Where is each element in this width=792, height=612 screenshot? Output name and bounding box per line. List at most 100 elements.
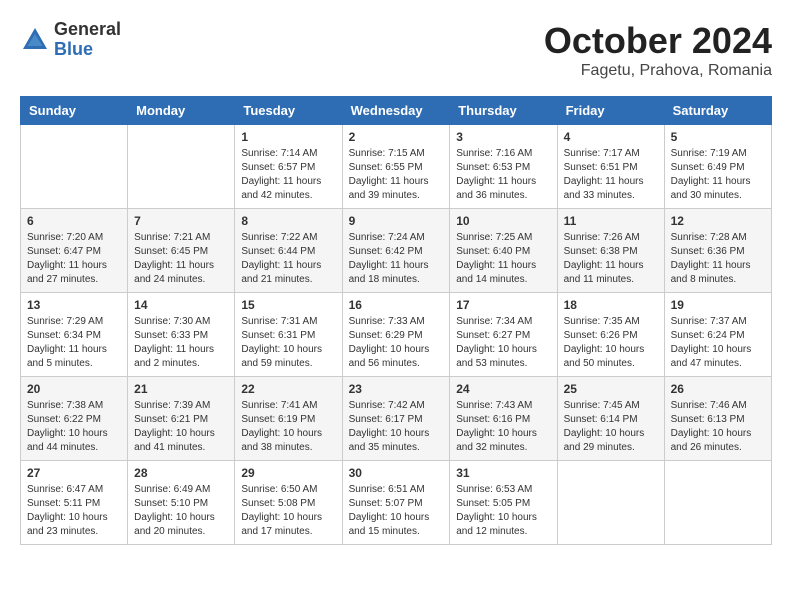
logo-icon xyxy=(20,25,50,55)
day-number: 21 xyxy=(134,382,228,396)
location: Fagetu, Prahova, Romania xyxy=(544,62,772,80)
calendar-cell: 1Sunrise: 7:14 AM Sunset: 6:57 PM Daylig… xyxy=(235,125,342,209)
cell-content: Sunrise: 6:51 AM Sunset: 5:07 PM Dayligh… xyxy=(349,483,444,539)
cell-content: Sunrise: 7:25 AM Sunset: 6:40 PM Dayligh… xyxy=(456,231,550,287)
calendar-cell: 9 Sunrise: 7:24 AM Sunset: 6:42 PM Daylig… xyxy=(342,209,450,293)
cell-content: Sunrise: 7:31 AM Sunset: 6:31 PM Dayligh… xyxy=(241,315,335,371)
day-number: 6 xyxy=(27,214,121,228)
cell-content: Sunrise: 7:34 AM Sunset: 6:27 PM Dayligh… xyxy=(456,315,550,371)
calendar-cell: 8Sunrise: 7:22 AM Sunset: 6:44 PM Daylig… xyxy=(235,209,342,293)
calendar-cell: 23 Sunrise: 7:42 AM Sunset: 6:17 PM Dayli… xyxy=(342,377,450,461)
calendar-cell: 25Sunrise: 7:45 AM Sunset: 6:14 PM Dayli… xyxy=(557,377,664,461)
day-number: 26 xyxy=(671,382,765,396)
day-number: 22 xyxy=(241,382,335,396)
day-number: 4 xyxy=(564,130,658,144)
day-number: 18 xyxy=(564,298,658,312)
day-number: 14 xyxy=(134,298,228,312)
day-number: 8 xyxy=(241,214,335,228)
calendar-cell xyxy=(21,125,128,209)
day-number: 20 xyxy=(27,382,121,396)
calendar-cell: 11 Sunrise: 7:26 AM Sunset: 6:38 PM Dayli… xyxy=(557,209,664,293)
cell-content: Sunrise: 7:39 AM Sunset: 6:21 PM Dayligh… xyxy=(134,399,228,455)
cell-content: Sunrise: 7:21 AM Sunset: 6:45 PM Dayligh… xyxy=(134,231,228,287)
day-number: 3 xyxy=(456,130,550,144)
calendar-cell xyxy=(128,125,235,209)
calendar-cell: 30 Sunrise: 6:51 AM Sunset: 5:07 PM Dayli… xyxy=(342,461,450,545)
cell-content: Sunrise: 7:43 AM Sunset: 6:16 PM Dayligh… xyxy=(456,399,550,455)
cell-content: Sunrise: 7:28 AM Sunset: 6:36 PM Dayligh… xyxy=(671,231,765,287)
day-number: 17 xyxy=(456,298,550,312)
calendar-cell: 2 Sunrise: 7:15 AM Sunset: 6:55 PM Daylig… xyxy=(342,125,450,209)
day-number: 2 xyxy=(349,130,444,144)
day-number: 25 xyxy=(564,382,658,396)
cell-content: Sunrise: 6:50 AM Sunset: 5:08 PM Dayligh… xyxy=(241,483,335,539)
calendar-cell: 3 Sunrise: 7:16 AM Sunset: 6:53 PM Daylig… xyxy=(450,125,557,209)
cell-content: Sunrise: 7:14 AM Sunset: 6:57 PM Dayligh… xyxy=(241,147,335,203)
logo-general: General xyxy=(54,20,121,40)
calendar-cell: 12 Sunrise: 7:28 AM Sunset: 6:36 PM Dayli… xyxy=(664,209,771,293)
cell-content: Sunrise: 7:16 AM Sunset: 6:53 PM Dayligh… xyxy=(456,147,550,203)
day-number: 29 xyxy=(241,466,335,480)
calendar-table: SundayMondayTuesdayWednesdayThursdayFrid… xyxy=(20,96,772,545)
day-number: 16 xyxy=(349,298,444,312)
calendar-cell: 26 Sunrise: 7:46 AM Sunset: 6:13 PM Dayli… xyxy=(664,377,771,461)
calendar-cell: 31 Sunrise: 6:53 AM Sunset: 5:05 PM Dayli… xyxy=(450,461,557,545)
calendar-cell: 22 Sunrise: 7:41 AM Sunset: 6:19 PM Dayli… xyxy=(235,377,342,461)
cell-content: Sunrise: 7:29 AM Sunset: 6:34 PM Dayligh… xyxy=(27,315,121,371)
cell-content: Sunrise: 7:35 AM Sunset: 6:26 PM Dayligh… xyxy=(564,315,658,371)
cell-content: Sunrise: 7:17 AM Sunset: 6:51 PM Dayligh… xyxy=(564,147,658,203)
cell-content: Sunrise: 7:38 AM Sunset: 6:22 PM Dayligh… xyxy=(27,399,121,455)
calendar-cell: 13Sunrise: 7:29 AM Sunset: 6:34 PM Dayli… xyxy=(21,293,128,377)
col-header-sunday: Sunday xyxy=(21,97,128,125)
day-number: 31 xyxy=(456,466,550,480)
calendar-cell xyxy=(664,461,771,545)
calendar-cell: 27Sunrise: 6:47 AM Sunset: 5:11 PM Dayli… xyxy=(21,461,128,545)
day-number: 10 xyxy=(456,214,550,228)
day-number: 12 xyxy=(671,214,765,228)
title-block: October 2024 Fagetu, Prahova, Romania xyxy=(544,20,772,80)
cell-content: Sunrise: 6:49 AM Sunset: 5:10 PM Dayligh… xyxy=(134,483,228,539)
calendar-cell: 29 Sunrise: 6:50 AM Sunset: 5:08 PM Dayli… xyxy=(235,461,342,545)
calendar-week-row: 6 Sunrise: 7:20 AM Sunset: 6:47 PM Daylig… xyxy=(21,209,772,293)
cell-content: Sunrise: 7:19 AM Sunset: 6:49 PM Dayligh… xyxy=(671,147,765,203)
cell-content: Sunrise: 7:15 AM Sunset: 6:55 PM Dayligh… xyxy=(349,147,444,203)
col-header-friday: Friday xyxy=(557,97,664,125)
day-number: 30 xyxy=(349,466,444,480)
col-header-wednesday: Wednesday xyxy=(342,97,450,125)
day-number: 24 xyxy=(456,382,550,396)
page-header: General Blue October 2024 Fagetu, Prahov… xyxy=(20,20,772,80)
calendar-cell: 4 Sunrise: 7:17 AM Sunset: 6:51 PM Daylig… xyxy=(557,125,664,209)
cell-content: Sunrise: 7:33 AM Sunset: 6:29 PM Dayligh… xyxy=(349,315,444,371)
calendar-cell: 15 Sunrise: 7:31 AM Sunset: 6:31 PM Dayli… xyxy=(235,293,342,377)
calendar-cell: 17 Sunrise: 7:34 AM Sunset: 6:27 PM Dayli… xyxy=(450,293,557,377)
calendar-cell: 20 Sunrise: 7:38 AM Sunset: 6:22 PM Dayli… xyxy=(21,377,128,461)
calendar-cell: 24 Sunrise: 7:43 AM Sunset: 6:16 PM Dayli… xyxy=(450,377,557,461)
day-number: 15 xyxy=(241,298,335,312)
calendar-cell: 18 Sunrise: 7:35 AM Sunset: 6:26 PM Dayli… xyxy=(557,293,664,377)
logo-text: General Blue xyxy=(54,20,121,60)
calendar-cell: 7 Sunrise: 7:21 AM Sunset: 6:45 PM Daylig… xyxy=(128,209,235,293)
calendar-cell: 10 Sunrise: 7:25 AM Sunset: 6:40 PM Dayli… xyxy=(450,209,557,293)
day-number: 19 xyxy=(671,298,765,312)
calendar-week-row: 13Sunrise: 7:29 AM Sunset: 6:34 PM Dayli… xyxy=(21,293,772,377)
col-header-thursday: Thursday xyxy=(450,97,557,125)
cell-content: Sunrise: 6:53 AM Sunset: 5:05 PM Dayligh… xyxy=(456,483,550,539)
day-number: 27 xyxy=(27,466,121,480)
calendar-header-row: SundayMondayTuesdayWednesdayThursdayFrid… xyxy=(21,97,772,125)
calendar-cell: 6 Sunrise: 7:20 AM Sunset: 6:47 PM Daylig… xyxy=(21,209,128,293)
cell-content: Sunrise: 7:24 AM Sunset: 6:42 PM Dayligh… xyxy=(349,231,444,287)
day-number: 11 xyxy=(564,214,658,228)
cell-content: Sunrise: 7:46 AM Sunset: 6:13 PM Dayligh… xyxy=(671,399,765,455)
cell-content: Sunrise: 7:26 AM Sunset: 6:38 PM Dayligh… xyxy=(564,231,658,287)
calendar-cell: 5Sunrise: 7:19 AM Sunset: 6:49 PM Daylig… xyxy=(664,125,771,209)
logo-blue: Blue xyxy=(54,40,121,60)
cell-content: Sunrise: 7:42 AM Sunset: 6:17 PM Dayligh… xyxy=(349,399,444,455)
calendar-cell: 28Sunrise: 6:49 AM Sunset: 5:10 PM Dayli… xyxy=(128,461,235,545)
month-title: October 2024 xyxy=(544,20,772,62)
day-number: 7 xyxy=(134,214,228,228)
day-number: 23 xyxy=(349,382,444,396)
cell-content: Sunrise: 7:20 AM Sunset: 6:47 PM Dayligh… xyxy=(27,231,121,287)
logo: General Blue xyxy=(20,20,121,60)
day-number: 9 xyxy=(349,214,444,228)
cell-content: Sunrise: 7:41 AM Sunset: 6:19 PM Dayligh… xyxy=(241,399,335,455)
